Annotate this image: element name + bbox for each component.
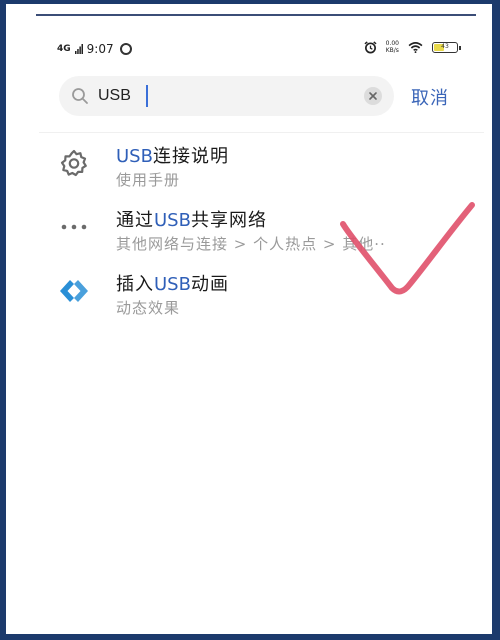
status-bar: 4G 9:07 0.00 KB/s 43: [39, 24, 484, 68]
search-result-usb-tethering[interactable]: 通过USB共享网络 其他网络与连接 > 个人热点 > 其他··: [39, 196, 484, 256]
result-title-suffix: 连接说明: [152, 146, 229, 167]
cancel-button[interactable]: 取消: [411, 84, 449, 110]
signal-icon: [74, 44, 83, 54]
result-title-prefix: 通过: [116, 210, 154, 231]
result-title: USB连接说明: [116, 142, 229, 168]
text-cursor: [146, 85, 148, 107]
clock-time: 9:07: [86, 42, 114, 56]
frame-top-line: [36, 14, 476, 16]
net-speed-value: 0.00: [385, 40, 399, 47]
result-title-highlight: USB: [154, 274, 191, 295]
alarm-icon: [364, 40, 377, 53]
network-type: 4G: [57, 43, 71, 54]
result-title-suffix: 动画: [190, 274, 229, 295]
battery-icon: 43: [432, 41, 461, 53]
result-title-highlight: USB: [116, 146, 153, 167]
wifi-icon: [408, 41, 423, 53]
result-subtitle: 其他网络与连接 > 个人热点 > 其他··: [116, 235, 386, 253]
search-input[interactable]: [98, 85, 348, 107]
diamond-icon: [60, 280, 88, 302]
gear-icon: [60, 149, 87, 177]
net-speed-unit: KB/s: [385, 47, 399, 54]
battery-nub: [459, 45, 461, 50]
q-app-icon: [119, 43, 132, 55]
result-subtitle: 动态效果: [116, 299, 181, 317]
status-left: 4G 9:07: [57, 42, 132, 56]
result-title: 通过USB共享网络: [116, 206, 267, 232]
result-title-prefix: 插入: [116, 274, 154, 295]
result-title: 插入USB动画: [116, 270, 229, 296]
close-icon: [369, 92, 377, 100]
search-result-usb-animation[interactable]: 插入USB动画 动态效果: [39, 260, 484, 320]
search-bar[interactable]: [59, 76, 394, 116]
photo-frame: 4G 9:07 0.00 KB/s 43 USB 取消 USB连接说明 使用手册…: [0, 0, 500, 640]
result-title-highlight: USB: [154, 210, 191, 231]
battery-level: 43: [441, 42, 449, 50]
more-dots-icon: [61, 224, 87, 230]
clear-search-button[interactable]: [364, 87, 382, 105]
phone-screen: 4G 9:07 0.00 KB/s 43 USB 取消 USB连接说明 使用手册…: [39, 24, 484, 634]
result-title-suffix: 共享网络: [190, 210, 267, 231]
search-icon: [72, 88, 88, 104]
result-subtitle: 使用手册: [116, 171, 181, 189]
status-right: 0.00 KB/s 43: [364, 40, 461, 54]
search-result-usb-connection[interactable]: USB连接说明 使用手册: [39, 132, 484, 192]
net-speed: 0.00 KB/s: [386, 40, 399, 54]
